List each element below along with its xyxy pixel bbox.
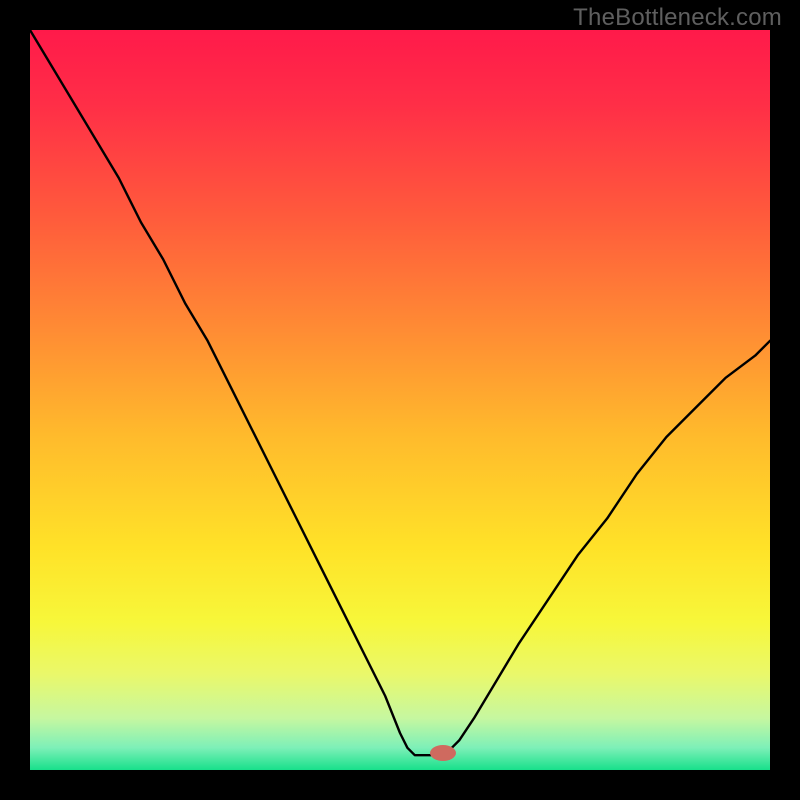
watermark-text: TheBottleneck.com — [573, 4, 782, 32]
optimum-marker — [430, 745, 456, 761]
plot-area — [30, 30, 770, 770]
chart-frame: TheBottleneck.com — [0, 0, 800, 800]
bottleneck-chart-svg — [30, 30, 770, 770]
gradient-background — [30, 30, 770, 770]
